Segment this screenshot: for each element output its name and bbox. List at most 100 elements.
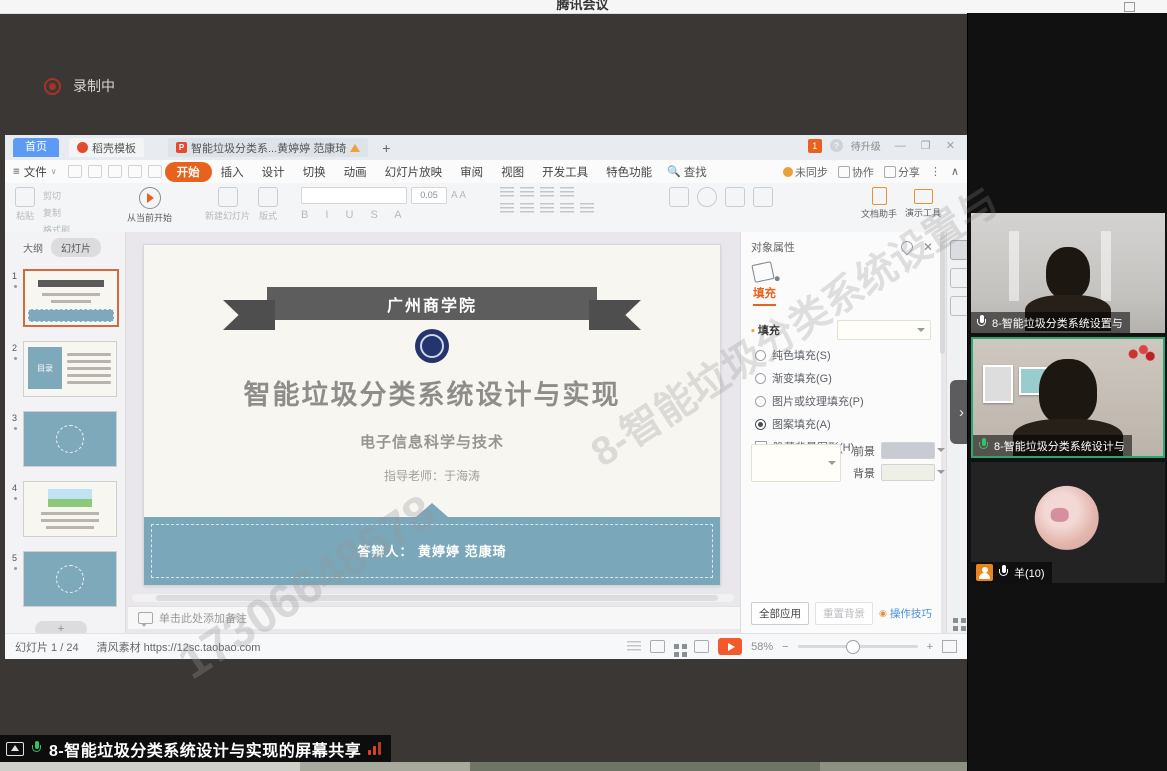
window-restore-icon[interactable] bbox=[1124, 2, 1135, 12]
undo-icon[interactable] bbox=[128, 165, 142, 178]
properties-strip-icon[interactable] bbox=[950, 240, 967, 260]
help-icon[interactable]: ? bbox=[830, 139, 843, 152]
notes-bar[interactable]: 单击此处添加备注 bbox=[128, 606, 740, 629]
redo-icon[interactable] bbox=[148, 165, 162, 178]
line-spacing-icon[interactable] bbox=[560, 187, 574, 198]
cut-button[interactable]: 剪切 bbox=[43, 189, 70, 202]
font-size-input[interactable]: 0.05 bbox=[411, 187, 447, 204]
zoom-slider[interactable] bbox=[798, 645, 918, 648]
menu-item-features[interactable]: 特色功能 bbox=[597, 162, 661, 182]
columns-icon[interactable] bbox=[580, 203, 594, 214]
arrange-button[interactable] bbox=[725, 187, 745, 207]
tips-link[interactable]: 操作技巧 bbox=[879, 606, 932, 621]
upgrade-label[interactable]: 待升级 bbox=[851, 138, 881, 153]
preview-icon[interactable] bbox=[108, 165, 122, 178]
align-right-icon[interactable] bbox=[540, 203, 554, 214]
menu-item-start[interactable]: 开始 bbox=[165, 162, 212, 182]
collaborate-button[interactable]: 协作 bbox=[838, 164, 874, 180]
menu-item-animation[interactable]: 动画 bbox=[335, 162, 376, 182]
text-box-button[interactable] bbox=[669, 187, 689, 207]
option-solid-fill[interactable]: 纯色填充(S) bbox=[755, 347, 941, 363]
slide-layout-button[interactable]: 版式 bbox=[258, 187, 278, 222]
slide-thumb-5[interactable]: 5 bbox=[5, 551, 121, 607]
sorter-view-icon[interactable] bbox=[674, 644, 679, 649]
apply-all-button[interactable]: 全部应用 bbox=[751, 602, 809, 625]
more-menu-button[interactable]: ⋮ bbox=[930, 165, 941, 178]
fit-slide-icon[interactable] bbox=[942, 640, 957, 653]
reading-view-icon[interactable] bbox=[694, 640, 709, 653]
menu-item-insert[interactable]: 插入 bbox=[212, 162, 253, 182]
share-button[interactable]: 分享 bbox=[884, 164, 920, 180]
close-panel-icon[interactable]: ✕ bbox=[923, 240, 933, 254]
bullet-list-icon[interactable] bbox=[500, 187, 514, 198]
background-color-dropdown[interactable] bbox=[881, 464, 935, 481]
slide-sorter-icon[interactable] bbox=[953, 618, 958, 623]
zoom-level[interactable]: 58% bbox=[751, 641, 773, 653]
menu-item-design[interactable]: 设计 bbox=[253, 162, 294, 182]
slide-thumb-2[interactable]: 2 目录 bbox=[5, 341, 121, 397]
new-slide-button[interactable]: 新建幻灯片 bbox=[205, 187, 250, 222]
menu-item-transition[interactable]: 切换 bbox=[294, 162, 335, 182]
option-gradient-fill[interactable]: 渐变填充(G) bbox=[755, 370, 941, 386]
pattern-picker-dropdown[interactable] bbox=[751, 444, 841, 482]
switch-strip-icon[interactable] bbox=[950, 296, 967, 316]
menu-item-review[interactable]: 审阅 bbox=[451, 162, 492, 182]
font-name-input[interactable] bbox=[301, 187, 407, 204]
collapse-ribbon-button[interactable]: ∧ bbox=[951, 165, 959, 178]
slide-thumb-4[interactable]: 4 bbox=[5, 481, 121, 537]
menu-item-slideshow[interactable]: 幻灯片放映 bbox=[376, 162, 452, 182]
reset-background-button[interactable]: 重置背景 bbox=[815, 602, 873, 625]
zoom-out-button[interactable]: − bbox=[782, 641, 788, 653]
participant-video-3[interactable]: 羊(10) bbox=[971, 462, 1165, 583]
doc-assistant-button[interactable]: 文档助手 bbox=[861, 187, 897, 220]
print-icon[interactable] bbox=[88, 165, 102, 178]
slide-thumb-1[interactable]: 1 bbox=[5, 269, 121, 327]
tab-document[interactable]: P 智能垃圾分类系...黄婷婷 范康琦 bbox=[168, 138, 368, 157]
panel-scrollbar[interactable] bbox=[940, 234, 945, 354]
paste-button[interactable]: 粘贴 bbox=[15, 187, 35, 222]
option-picture-fill[interactable]: 图片或纹理填充(P) bbox=[755, 393, 941, 409]
align-left-icon[interactable] bbox=[500, 203, 514, 214]
outline-button[interactable] bbox=[753, 187, 773, 207]
wps-window-controls[interactable]: — ❐ ✕ bbox=[895, 139, 961, 152]
shapes-button[interactable] bbox=[697, 187, 717, 207]
presentation-tools-button[interactable]: 演示工具 bbox=[905, 187, 941, 219]
fill-preset-dropdown[interactable] bbox=[837, 320, 931, 340]
notification-badge[interactable]: 1 bbox=[808, 139, 822, 153]
menu-item-view[interactable]: 视图 bbox=[492, 162, 533, 182]
save-icon[interactable] bbox=[68, 165, 82, 178]
participant-video-2-active[interactable]: 8-智能垃圾分类系统设计与 bbox=[971, 337, 1165, 458]
effects-strip-icon[interactable] bbox=[950, 268, 967, 288]
tab-home[interactable]: 首页 bbox=[13, 138, 59, 157]
normal-view-icon[interactable] bbox=[650, 640, 665, 653]
slideshow-play-button[interactable] bbox=[718, 638, 742, 655]
foreground-color-dropdown[interactable] bbox=[881, 442, 935, 459]
tab-slides[interactable]: 幻灯片 bbox=[51, 238, 101, 257]
sync-status[interactable]: 未同步 bbox=[783, 164, 828, 180]
expand-panel-button[interactable]: › bbox=[950, 380, 967, 444]
tab-docer[interactable]: 稻壳模板 bbox=[69, 138, 144, 157]
copy-button[interactable]: 复制 bbox=[43, 206, 70, 219]
zoom-slider-knob[interactable] bbox=[846, 640, 860, 654]
search-button[interactable]: 🔍 查找 bbox=[667, 164, 707, 180]
indent-icon[interactable] bbox=[540, 187, 554, 198]
file-menu[interactable]: ≡ 文件 ∨ bbox=[5, 164, 65, 180]
participant-video-1[interactable]: 8-智能垃圾分类系统设置与 bbox=[971, 213, 1165, 333]
play-from-current-button[interactable]: 从当前开始 bbox=[127, 187, 172, 224]
text-format-buttons[interactable]: B I U S A bbox=[301, 209, 409, 221]
slide-1[interactable]: 广州商学院 智能垃圾分类系统设计与实现 电子信息科学与技术 指导老师：于海涛 答… bbox=[144, 245, 720, 585]
tab-outline[interactable]: 大纲 bbox=[23, 240, 43, 255]
fill-tab[interactable]: 填充 bbox=[753, 285, 776, 306]
new-tab-button[interactable]: + bbox=[382, 140, 390, 156]
menu-item-devtools[interactable]: 开发工具 bbox=[533, 162, 597, 182]
zoom-in-button[interactable]: + bbox=[927, 641, 933, 653]
align-center-icon[interactable] bbox=[520, 203, 534, 214]
material-link[interactable]: 清风素材 https://12sc.taobao.com bbox=[97, 639, 261, 655]
horizontal-scrollbar[interactable] bbox=[132, 594, 734, 602]
slide-thumb-3[interactable]: 3 bbox=[5, 411, 121, 467]
pin-icon[interactable] bbox=[898, 239, 915, 256]
justify-icon[interactable] bbox=[560, 203, 574, 214]
option-pattern-fill[interactable]: 图案填充(A) bbox=[755, 416, 941, 432]
numbered-list-icon[interactable] bbox=[520, 187, 534, 198]
notes-toggle-icon[interactable] bbox=[627, 641, 641, 652]
